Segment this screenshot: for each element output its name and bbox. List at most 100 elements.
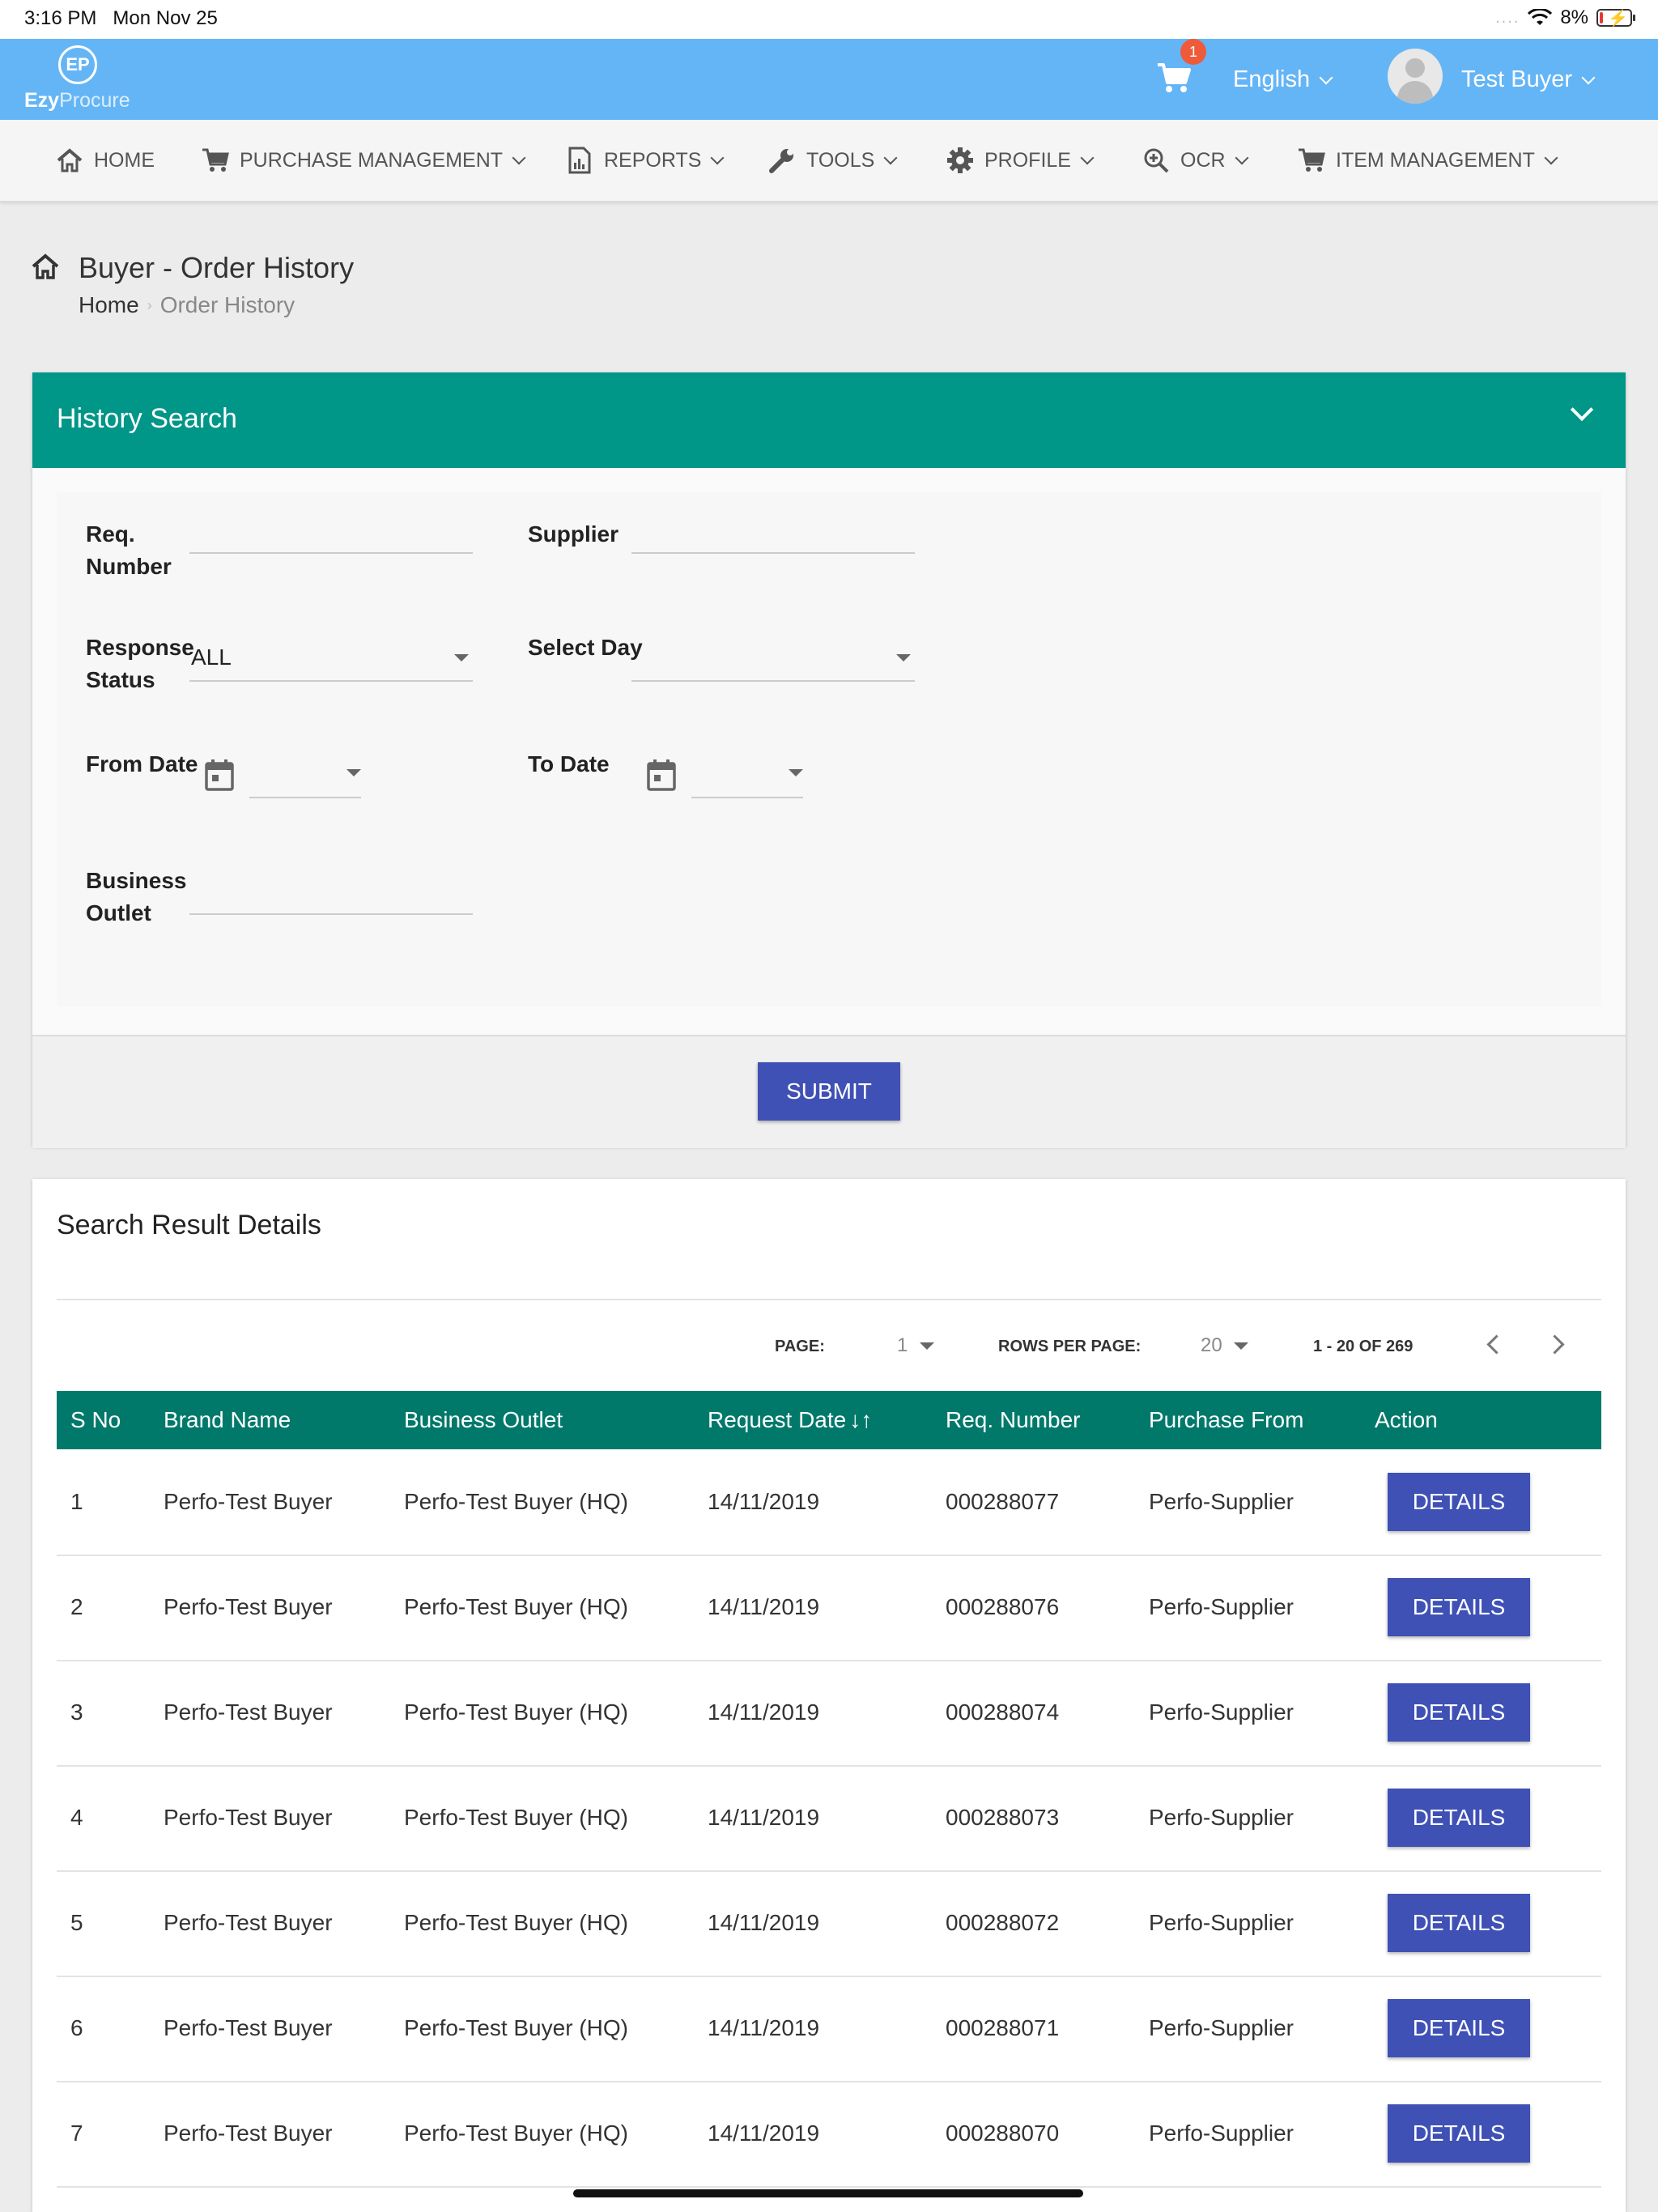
table-row: 3 Perfo-Test Buyer Perfo-Test Buyer (HQ)…	[57, 1660, 1601, 1767]
calendar-icon[interactable]	[204, 759, 235, 791]
user-menu[interactable]: Test Buyer	[1461, 66, 1596, 93]
nav-item-management[interactable]: ITEM MANAGEMENT	[1297, 120, 1558, 201]
language-label: English	[1233, 66, 1311, 92]
cell-purchase-from: Perfo-Supplier	[1149, 1699, 1294, 1725]
avatar[interactable]	[1388, 49, 1443, 104]
page-range: 1 - 20 OF 269	[1313, 1338, 1414, 1355]
column-header-req-number[interactable]: Req. Number	[946, 1391, 1081, 1449]
battery-icon: ⚡	[1596, 9, 1635, 28]
chevron-down-icon	[1319, 70, 1333, 84]
cell-outlet: Perfo-Test Buyer (HQ)	[404, 1910, 628, 1935]
zoom-icon	[1141, 146, 1171, 175]
cell-outlet: Perfo-Test Buyer (HQ)	[404, 1489, 628, 1514]
cell-purchase-from: Perfo-Supplier	[1149, 1489, 1294, 1514]
page-label: PAGE:	[775, 1338, 825, 1355]
dropdown-arrow-icon	[454, 654, 469, 661]
calendar-icon[interactable]	[646, 759, 677, 791]
home-indicator[interactable]	[573, 2189, 1083, 2197]
breadcrumb-separator: ›	[147, 296, 152, 313]
sort-icon[interactable]: ↓↑	[849, 1407, 872, 1432]
table-row: 2 Perfo-Test Buyer Perfo-Test Buyer (HQ)…	[57, 1555, 1601, 1661]
main-nav: HOME PURCHASE MANAGEMENT REPORTS TOOLS P…	[0, 120, 1658, 202]
select-day-label: Select Day	[528, 635, 643, 660]
column-header-outlet[interactable]: Business Outlet	[404, 1391, 563, 1449]
history-search-header[interactable]: History Search	[32, 372, 1626, 468]
dropdown-arrow-icon	[1234, 1342, 1248, 1350]
cell-sno: 3	[70, 1699, 83, 1725]
cell-brand: Perfo-Test Buyer	[164, 1489, 333, 1514]
dropdown-arrow-icon	[789, 769, 803, 776]
cell-sno: 6	[70, 2015, 83, 2040]
response-status-underline	[189, 680, 473, 682]
cell-purchase-from: Perfo-Supplier	[1149, 2121, 1294, 2146]
supplier-input[interactable]	[631, 552, 915, 554]
home-icon	[32, 253, 59, 279]
page-title: Buyer - Order History	[79, 251, 355, 284]
business-outlet-label: Business Outlet	[86, 868, 187, 925]
cart-icon[interactable]	[1156, 62, 1192, 94]
cell-date: 14/11/2019	[708, 1489, 820, 1514]
details-button[interactable]: DETAILS	[1388, 1999, 1530, 2057]
details-button[interactable]: DETAILS	[1388, 2104, 1530, 2163]
cell-brand: Perfo-Test Buyer	[164, 2121, 333, 2146]
cell-brand: Perfo-Test Buyer	[164, 1910, 333, 1935]
details-button[interactable]: DETAILS	[1388, 1789, 1530, 1847]
status-right: .... 8% ⚡	[1495, 6, 1635, 29]
gear-icon	[946, 146, 975, 175]
nav-reports[interactable]: REPORTS	[565, 120, 725, 201]
nav-tools[interactable]: TOOLS	[767, 120, 898, 201]
nav-home[interactable]: HOME	[55, 120, 155, 201]
req-number-input[interactable]	[189, 552, 473, 554]
cell-outlet: Perfo-Test Buyer (HQ)	[404, 2121, 628, 2146]
chevron-down-icon	[1581, 70, 1596, 84]
cell-sno: 7	[70, 2121, 83, 2146]
column-header-brand[interactable]: Brand Name	[164, 1391, 291, 1449]
supplier-label: Supplier	[528, 521, 619, 547]
details-button[interactable]: DETAILS	[1388, 1578, 1530, 1636]
chevron-down-icon[interactable]	[1570, 398, 1594, 422]
results-title: Search Result Details	[57, 1210, 321, 1240]
next-page-icon[interactable]	[1545, 1334, 1565, 1355]
req-number-label: Req. Number	[86, 521, 172, 579]
table-row: 1 Perfo-Test Buyer Perfo-Test Buyer (HQ)…	[57, 1449, 1601, 1556]
nav-purchase-management[interactable]: PURCHASE MANAGEMENT	[201, 120, 526, 201]
column-header-sno[interactable]: S No	[70, 1391, 121, 1449]
battery-percent: 8%	[1560, 6, 1588, 28]
details-button[interactable]: DETAILS	[1388, 1894, 1530, 1952]
cell-outlet: Perfo-Test Buyer (HQ)	[404, 2015, 628, 2040]
nav-profile[interactable]: PROFILE	[946, 120, 1095, 201]
cell-date: 14/11/2019	[708, 1594, 820, 1619]
status-bar: 3:16 PM Mon Nov 25 .... 8% ⚡	[0, 0, 1658, 39]
search-form-footer: SUBMIT	[32, 1035, 1626, 1148]
column-header-purchase-from[interactable]: Purchase From	[1149, 1391, 1303, 1449]
from-date-label: From Date	[86, 751, 198, 776]
chevron-down-icon	[1235, 151, 1249, 165]
cell-req-number: 000288072	[946, 1910, 1060, 1935]
cell-req-number: 000288077	[946, 1489, 1060, 1514]
column-header-request-date[interactable]: Request Date ↓↑	[708, 1391, 872, 1449]
submit-button[interactable]: SUBMIT	[758, 1062, 900, 1121]
business-outlet-input[interactable]	[189, 913, 473, 915]
details-button[interactable]: DETAILS	[1388, 1683, 1530, 1742]
cell-date: 14/11/2019	[708, 1805, 820, 1830]
status-time: 3:16 PM Mon Nov 25	[24, 7, 218, 29]
response-status-value: ALL	[191, 644, 232, 670]
cell-purchase-from: Perfo-Supplier	[1149, 1594, 1294, 1619]
cell-sno: 1	[70, 1489, 83, 1514]
language-selector[interactable]: English	[1233, 66, 1333, 93]
chevron-down-icon	[1544, 151, 1558, 165]
app-logo[interactable]: EP EzyProcure	[24, 45, 146, 115]
logo-wordmark: EzyProcure	[24, 89, 130, 112]
details-button[interactable]: DETAILS	[1388, 1473, 1530, 1531]
report-icon	[565, 146, 594, 175]
breadcrumb-home[interactable]: Home	[79, 292, 139, 318]
nav-purchase-label: PURCHASE MANAGEMENT	[240, 148, 504, 172]
wrench-icon	[767, 146, 797, 175]
wifi-icon	[1528, 9, 1553, 25]
prev-page-icon[interactable]	[1486, 1334, 1507, 1355]
user-name: Test Buyer	[1461, 66, 1572, 92]
nav-ocr[interactable]: OCR	[1141, 120, 1249, 201]
page-value: 1	[897, 1334, 908, 1356]
cell-sno: 4	[70, 1805, 83, 1830]
from-date-underline	[249, 797, 361, 798]
